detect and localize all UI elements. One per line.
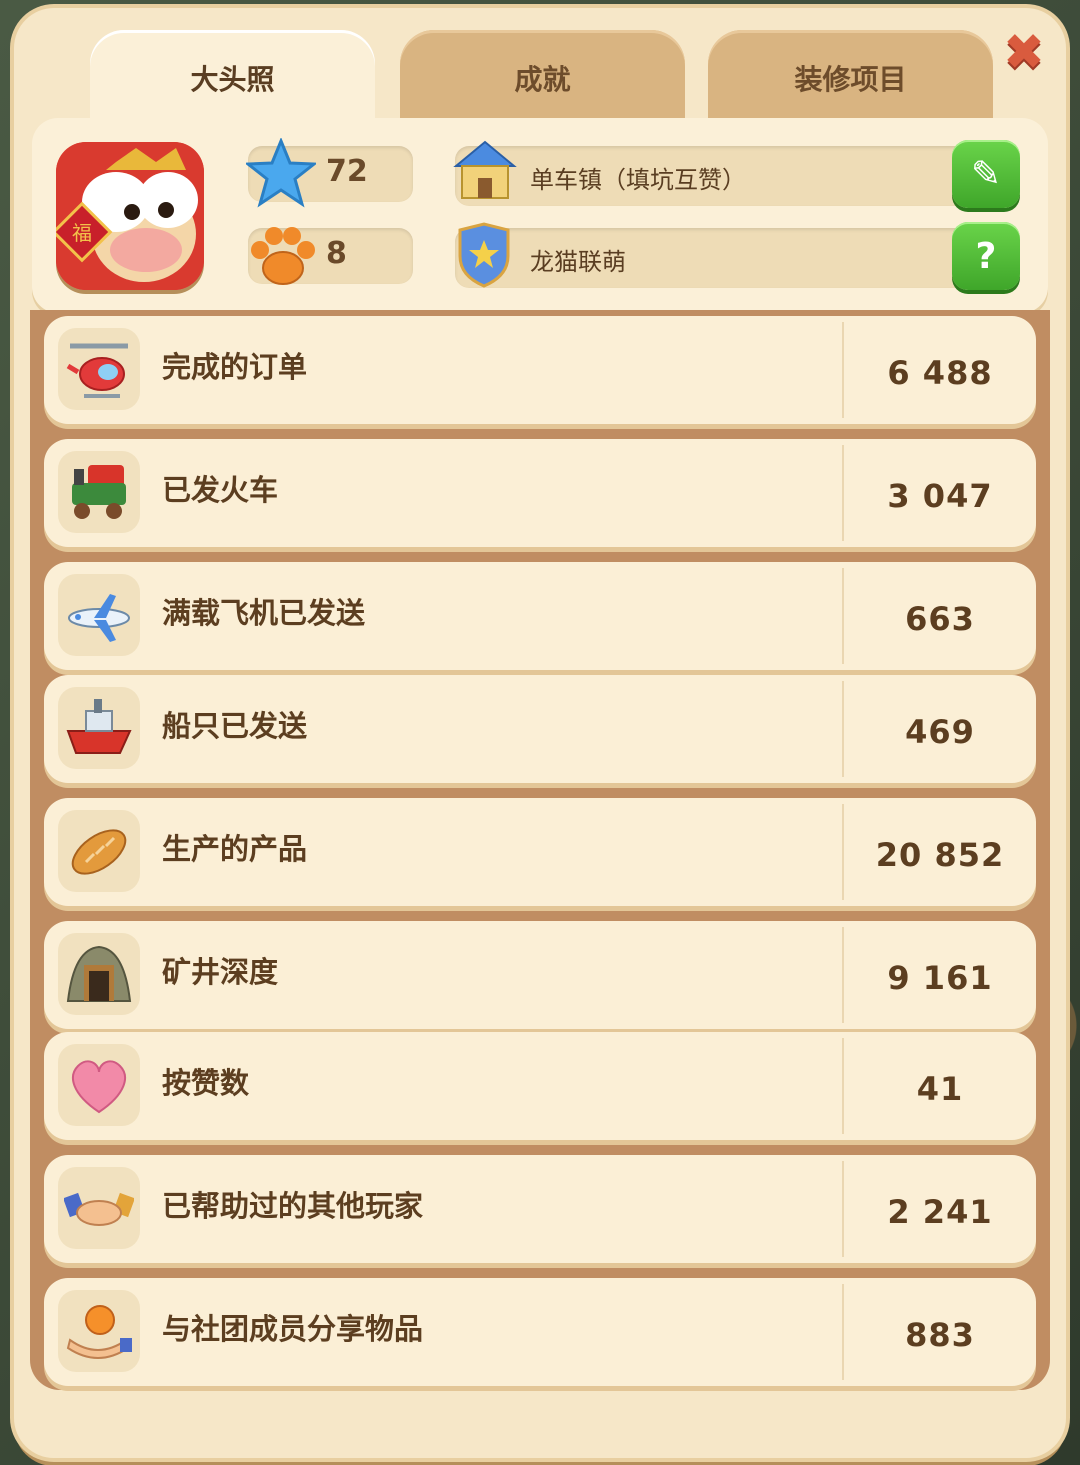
stat-value: 20 852 (875, 836, 1005, 874)
stat-label: 满载飞机已发送 (162, 596, 366, 630)
stat-row: 生产的产品 20 852 (44, 798, 1036, 906)
stat-value: 3 047 (887, 477, 993, 515)
tab-achievements[interactable]: 成就 (400, 30, 685, 125)
stat-row: 已发火车 3 047 (44, 439, 1036, 547)
stat-row: 满载飞机已发送 663 (44, 562, 1036, 670)
heart-icon (58, 1044, 140, 1126)
tab-decorations[interactable]: 装修项目 (708, 30, 993, 125)
stat-label: 完成的订单 (162, 350, 308, 384)
avatar[interactable]: 福 (56, 142, 204, 290)
stat-row: 与社团成员分享物品 883 (44, 1278, 1036, 1386)
stat-row: 完成的订单 6 488 (44, 316, 1036, 424)
cow-avatar-icon: 福 (56, 142, 204, 290)
club-name-box: 龙猫联萌 ? (455, 222, 1020, 290)
bread-icon (58, 810, 140, 892)
stat-value: 883 (905, 1316, 975, 1354)
close-icon[interactable]: ✖ (1002, 27, 1046, 77)
stat-value: 663 (905, 600, 975, 638)
ship-icon (58, 687, 140, 769)
train-icon (58, 451, 140, 533)
svg-text:福: 福 (72, 221, 92, 245)
stat-row: 已帮助过的其他玩家 2 241 (44, 1155, 1036, 1263)
stat-row: 矿井深度 9 161 (44, 921, 1036, 1029)
handshake-icon (58, 1167, 140, 1249)
town-name: 单车镇（填坑互赞） (530, 166, 746, 194)
stat-value: 469 (905, 713, 975, 751)
star-icon (243, 137, 319, 212)
town-name-box: 单车镇（填坑互赞） ✎ (455, 140, 1020, 208)
airplane-icon (58, 574, 140, 656)
paw-value: 8 (326, 236, 347, 271)
stat-row: 船只已发送 469 (44, 675, 1036, 783)
stat-value: 6 488 (887, 354, 993, 392)
stat-label: 矿井深度 (162, 955, 279, 989)
pencil-icon: ✎ (970, 153, 1002, 195)
stat-label: 已发火车 (162, 473, 279, 507)
level-value: 72 (326, 154, 368, 189)
mine-icon (58, 933, 140, 1015)
stat-value: 41 (916, 1070, 964, 1108)
question-icon: ? (975, 235, 997, 277)
orange-hand-icon (58, 1290, 140, 1372)
helicopter-icon (58, 328, 140, 410)
stat-label: 生产的产品 (162, 832, 308, 866)
club-name: 龙猫联萌 (530, 248, 626, 276)
stat-value: 2 241 (887, 1193, 993, 1231)
club-badge-icon (456, 222, 512, 292)
stat-value: 9 161 (887, 959, 993, 997)
stat-label: 已帮助过的其他玩家 (162, 1189, 424, 1223)
edit-name-button[interactable]: ✎ (952, 140, 1020, 208)
stat-label: 船只已发送 (162, 709, 308, 743)
stat-row: 按赞数 41 (44, 1032, 1036, 1140)
house-icon (450, 134, 520, 208)
stat-label: 按赞数 (162, 1066, 250, 1100)
tab-profile[interactable]: 大头照 (90, 30, 375, 125)
paw-icon (248, 224, 318, 292)
help-button[interactable]: ? (952, 222, 1020, 290)
stat-label: 与社团成员分享物品 (162, 1312, 424, 1346)
